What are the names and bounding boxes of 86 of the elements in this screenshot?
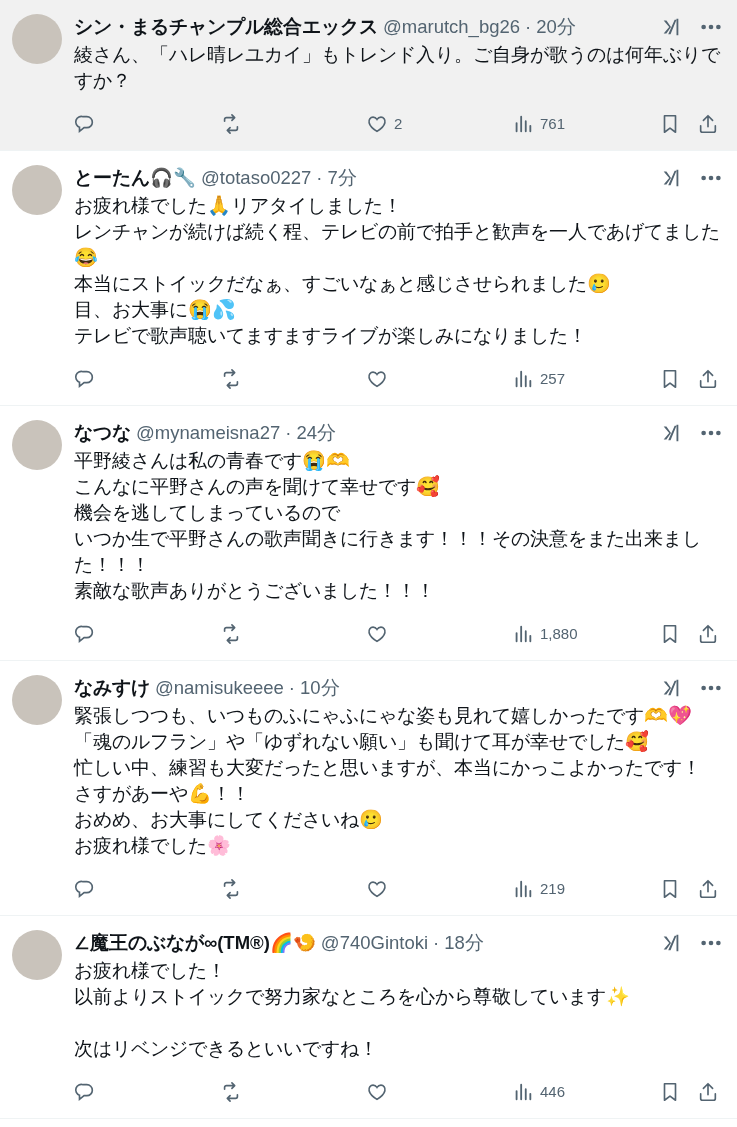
views-button[interactable]: 761	[512, 112, 566, 136]
post-text-line: テレビで歌声聴いてますますライブが楽しみになりました！	[74, 324, 588, 348]
separator-dot: ·	[433, 931, 440, 956]
heart-icon	[366, 878, 388, 900]
views-button[interactable]: 219	[512, 877, 566, 901]
post-text-line: こんなに平野さんの声を聞けて幸せです🥰	[74, 474, 441, 499]
heart-icon	[366, 368, 388, 390]
post-text-line: おめめ、お大事にしてくださいね🥲	[74, 808, 384, 832]
speech-bubble-icon	[74, 368, 96, 390]
separator-dot: ·	[285, 421, 292, 446]
post-text-line: 機会を逃してしまっているので	[74, 501, 341, 525]
post-text-line: 忙しい中、練習も大変だったと思いますが、本当にかっこよかったです！	[74, 756, 702, 780]
post-time[interactable]: 20分	[536, 13, 576, 41]
user-name[interactable]: なみすけ	[74, 674, 150, 702]
user-handle[interactable]: @740Gintoki	[320, 929, 429, 957]
user-name[interactable]: シン・まるチャンプル総合エックス	[74, 13, 378, 41]
heart-icon	[366, 1081, 388, 1103]
post-text-line: 以前よりストイックで努力家なところを心から尊敬しています✨	[74, 985, 631, 1009]
post-time[interactable]: 10分	[300, 674, 340, 702]
more-icon	[701, 685, 721, 691]
reply-button[interactable]	[74, 1081, 96, 1103]
heart-icon	[366, 113, 388, 135]
post-text-line: 綾さん、「ハレ晴レユカイ」もトレンド入り。ご自身が歌うのは何年ぶりですか？	[74, 43, 721, 93]
user-name[interactable]: とーたん🎧🔧	[74, 164, 196, 192]
post-text-line: いつか生で平野さんの歌声聞きに行きます！！！その決意をまた出来ました！！！	[74, 527, 702, 577]
more-button[interactable]	[701, 175, 721, 181]
reply-post[interactable]: シン・まるチャンプル総合エックス @marutch_bg26 · 20分 綾さん、「ハレ晴レユカイ」もトレンド入り。ご自身が歌うのは何年ぶりですか？ 2 761	[0, 0, 737, 151]
like-button[interactable]	[366, 878, 388, 900]
user-handle[interactable]: @mynameisna27	[136, 419, 281, 447]
share-icon	[697, 113, 719, 135]
more-icon	[701, 24, 721, 30]
share-icon	[697, 878, 719, 900]
user-handle[interactable]: @namisukeeee	[155, 674, 284, 702]
speech-bubble-icon	[74, 878, 96, 900]
more-button[interactable]	[701, 24, 721, 30]
separator-dot: ·	[288, 676, 295, 701]
like-button[interactable]	[366, 368, 388, 390]
separator-dot: ·	[525, 15, 532, 40]
views-button[interactable]: 257	[512, 367, 566, 391]
share-button[interactable]	[697, 368, 719, 390]
more-icon	[701, 430, 721, 436]
post-text-line: レンチャンが続けば続く程、テレビの前で拍手と歓声を一人であげてました😂	[74, 220, 721, 270]
post-text-line: 次はリベンジできるといいですね！	[74, 1037, 379, 1061]
like-button[interactable]: 2	[366, 112, 403, 136]
speech-bubble-icon	[74, 1081, 96, 1103]
views-button[interactable]: 1,880	[512, 622, 578, 646]
like-button[interactable]	[366, 1081, 388, 1103]
post-text-line: お疲れ様でした🌸	[74, 834, 232, 858]
post-time[interactable]: 18分	[444, 929, 484, 957]
more-button[interactable]	[701, 430, 721, 436]
user-handle[interactable]: @marutch_bg26	[383, 13, 521, 41]
share-button[interactable]	[697, 878, 719, 900]
more-button[interactable]	[701, 940, 721, 946]
post-time[interactable]: 24分	[296, 419, 336, 447]
speech-bubble-icon	[74, 113, 96, 135]
post-text-line: 緊張しつつも、いつものふにゃふにゃな姿も見れて嬉しかったです🫶💖	[74, 704, 693, 728]
post-text-line: 本当にストイックだなぁ、すごいなぁと感じさせられました🥲	[74, 272, 612, 296]
more-icon	[701, 175, 721, 181]
reply-button[interactable]	[74, 623, 96, 645]
reply-button[interactable]	[74, 113, 96, 135]
reply-button[interactable]	[74, 878, 96, 900]
post-text-line: 素敵な歌声ありがとうございました！！！	[74, 579, 436, 603]
post-time[interactable]: 7分	[327, 164, 357, 192]
more-icon	[701, 940, 721, 946]
share-icon	[697, 623, 719, 645]
like-button[interactable]	[366, 623, 388, 645]
more-button[interactable]	[701, 685, 721, 691]
post-text-line: さすがあーや💪！！	[74, 782, 251, 806]
user-handle[interactable]: @totaso0227	[201, 164, 312, 192]
views-button[interactable]: 446	[512, 1080, 566, 1104]
share-icon	[697, 1081, 719, 1103]
post-text-line: お疲れ様でした🙏リアタイしました！	[74, 194, 403, 218]
share-button[interactable]	[697, 623, 719, 645]
share-button[interactable]	[697, 1081, 719, 1103]
share-icon	[697, 368, 719, 390]
post-text-line: 平野綾さんは私の青春です😭🫶	[74, 449, 351, 473]
separator-dot: ·	[316, 166, 323, 191]
user-name[interactable]: ∠魔王のぶなが∞(TM®)🌈🍤	[74, 929, 316, 957]
share-button[interactable]	[697, 113, 719, 135]
user-name[interactable]: なつな	[74, 419, 131, 447]
speech-bubble-icon	[74, 623, 96, 645]
post-text-line: 目、お大事に😭💦	[74, 298, 237, 322]
reply-button[interactable]	[74, 368, 96, 390]
post-text-line: お疲れ様でした！	[74, 959, 227, 983]
post-text-line: 「魂のルフラン」や「ゆずれない願い」も聞けて耳が幸せでした🥰	[74, 729, 650, 754]
heart-icon	[366, 623, 388, 645]
